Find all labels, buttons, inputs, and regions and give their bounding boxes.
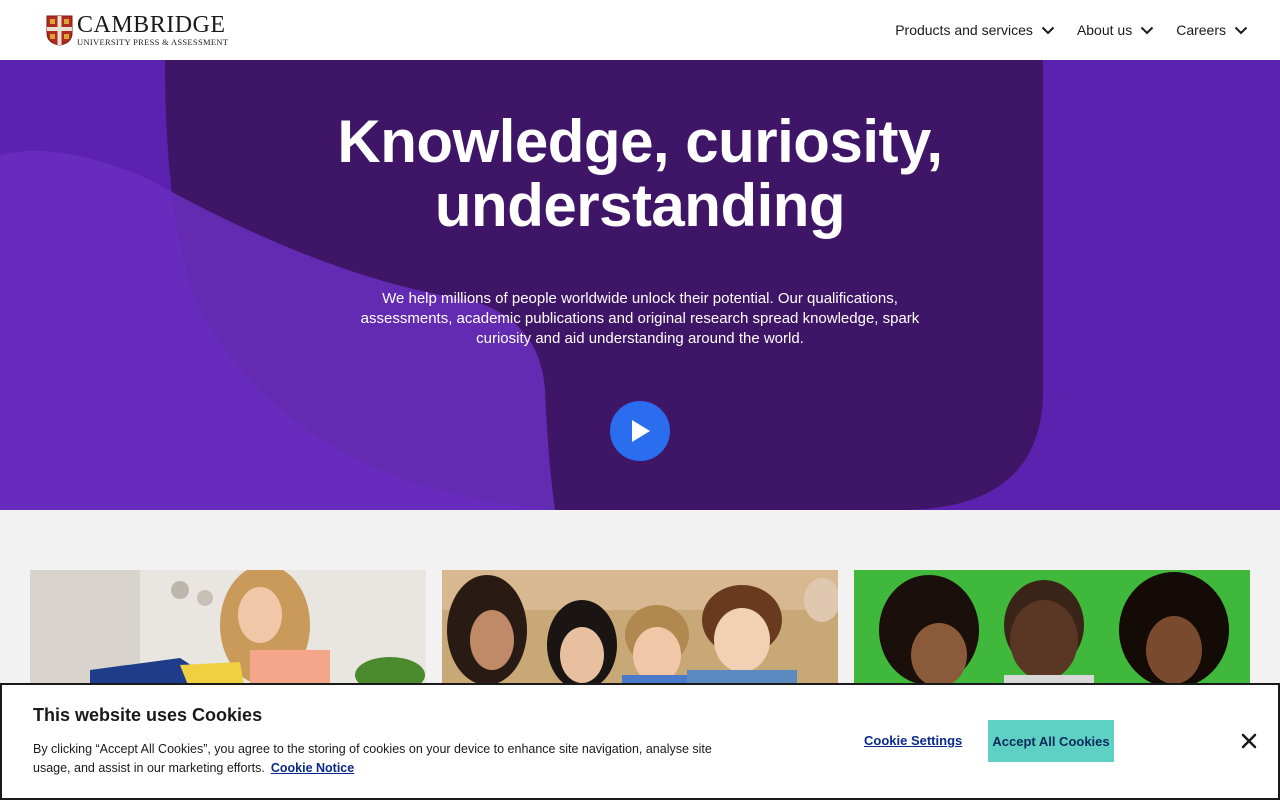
main-nav: Products and services About us Careers: [895, 22, 1248, 38]
chevron-down-icon: [1041, 26, 1055, 34]
cookie-banner: This website uses Cookies By clicking “A…: [0, 683, 1280, 800]
hero-section: Knowledge, curiosity, understanding We h…: [0, 60, 1280, 510]
nav-label: About us: [1076, 22, 1133, 38]
chevron-down-icon: [1234, 26, 1248, 34]
nav-about-us[interactable]: About us: [1077, 22, 1154, 38]
play-video-button[interactable]: [610, 401, 670, 461]
chevron-down-icon: [1140, 26, 1154, 34]
card-photo-woman-reading: [30, 570, 426, 690]
nav-label: Products and services: [895, 22, 1033, 38]
nav-careers[interactable]: Careers: [1176, 22, 1248, 38]
card-photo-children: [854, 570, 1250, 690]
logo-wordmark: CAMBRIDGE: [77, 12, 226, 39]
hero-title: Knowledge, curiosity, understanding: [337, 108, 943, 239]
card-image-students[interactable]: [442, 570, 838, 690]
nav-label: Careers: [1176, 22, 1226, 38]
cookie-settings-button[interactable]: Cookie Settings: [864, 733, 962, 748]
cookie-description: By clicking “Accept All Cookies”, you ag…: [33, 742, 712, 775]
logo-subtitle: UNIVERSITY PRESS & ASSESSMENT: [77, 37, 229, 48]
site-header: CAMBRIDGE UNIVERSITY PRESS & ASSESSMENT …: [0, 0, 1280, 60]
card-photo-students: [442, 570, 838, 690]
cookie-banner-title: This website uses Cookies: [33, 705, 263, 725]
card-image-reading[interactable]: [30, 570, 426, 690]
close-icon[interactable]: [1238, 730, 1260, 752]
card-image-children[interactable]: [854, 570, 1250, 690]
play-icon: [632, 420, 650, 442]
cookie-notice-link[interactable]: Cookie Notice: [271, 761, 354, 775]
accept-all-cookies-button[interactable]: Accept All Cookies: [988, 720, 1114, 762]
cambridge-logo[interactable]: CAMBRIDGE UNIVERSITY PRESS & ASSESSMENT: [46, 13, 228, 47]
cambridge-shield-icon: [46, 15, 73, 46]
hero-description: We help millions of people worldwide unl…: [360, 290, 920, 347]
nav-products-and-services[interactable]: Products and services: [895, 22, 1055, 38]
cookie-banner-text: By clicking “Accept All Cookies”, you ag…: [33, 740, 713, 778]
